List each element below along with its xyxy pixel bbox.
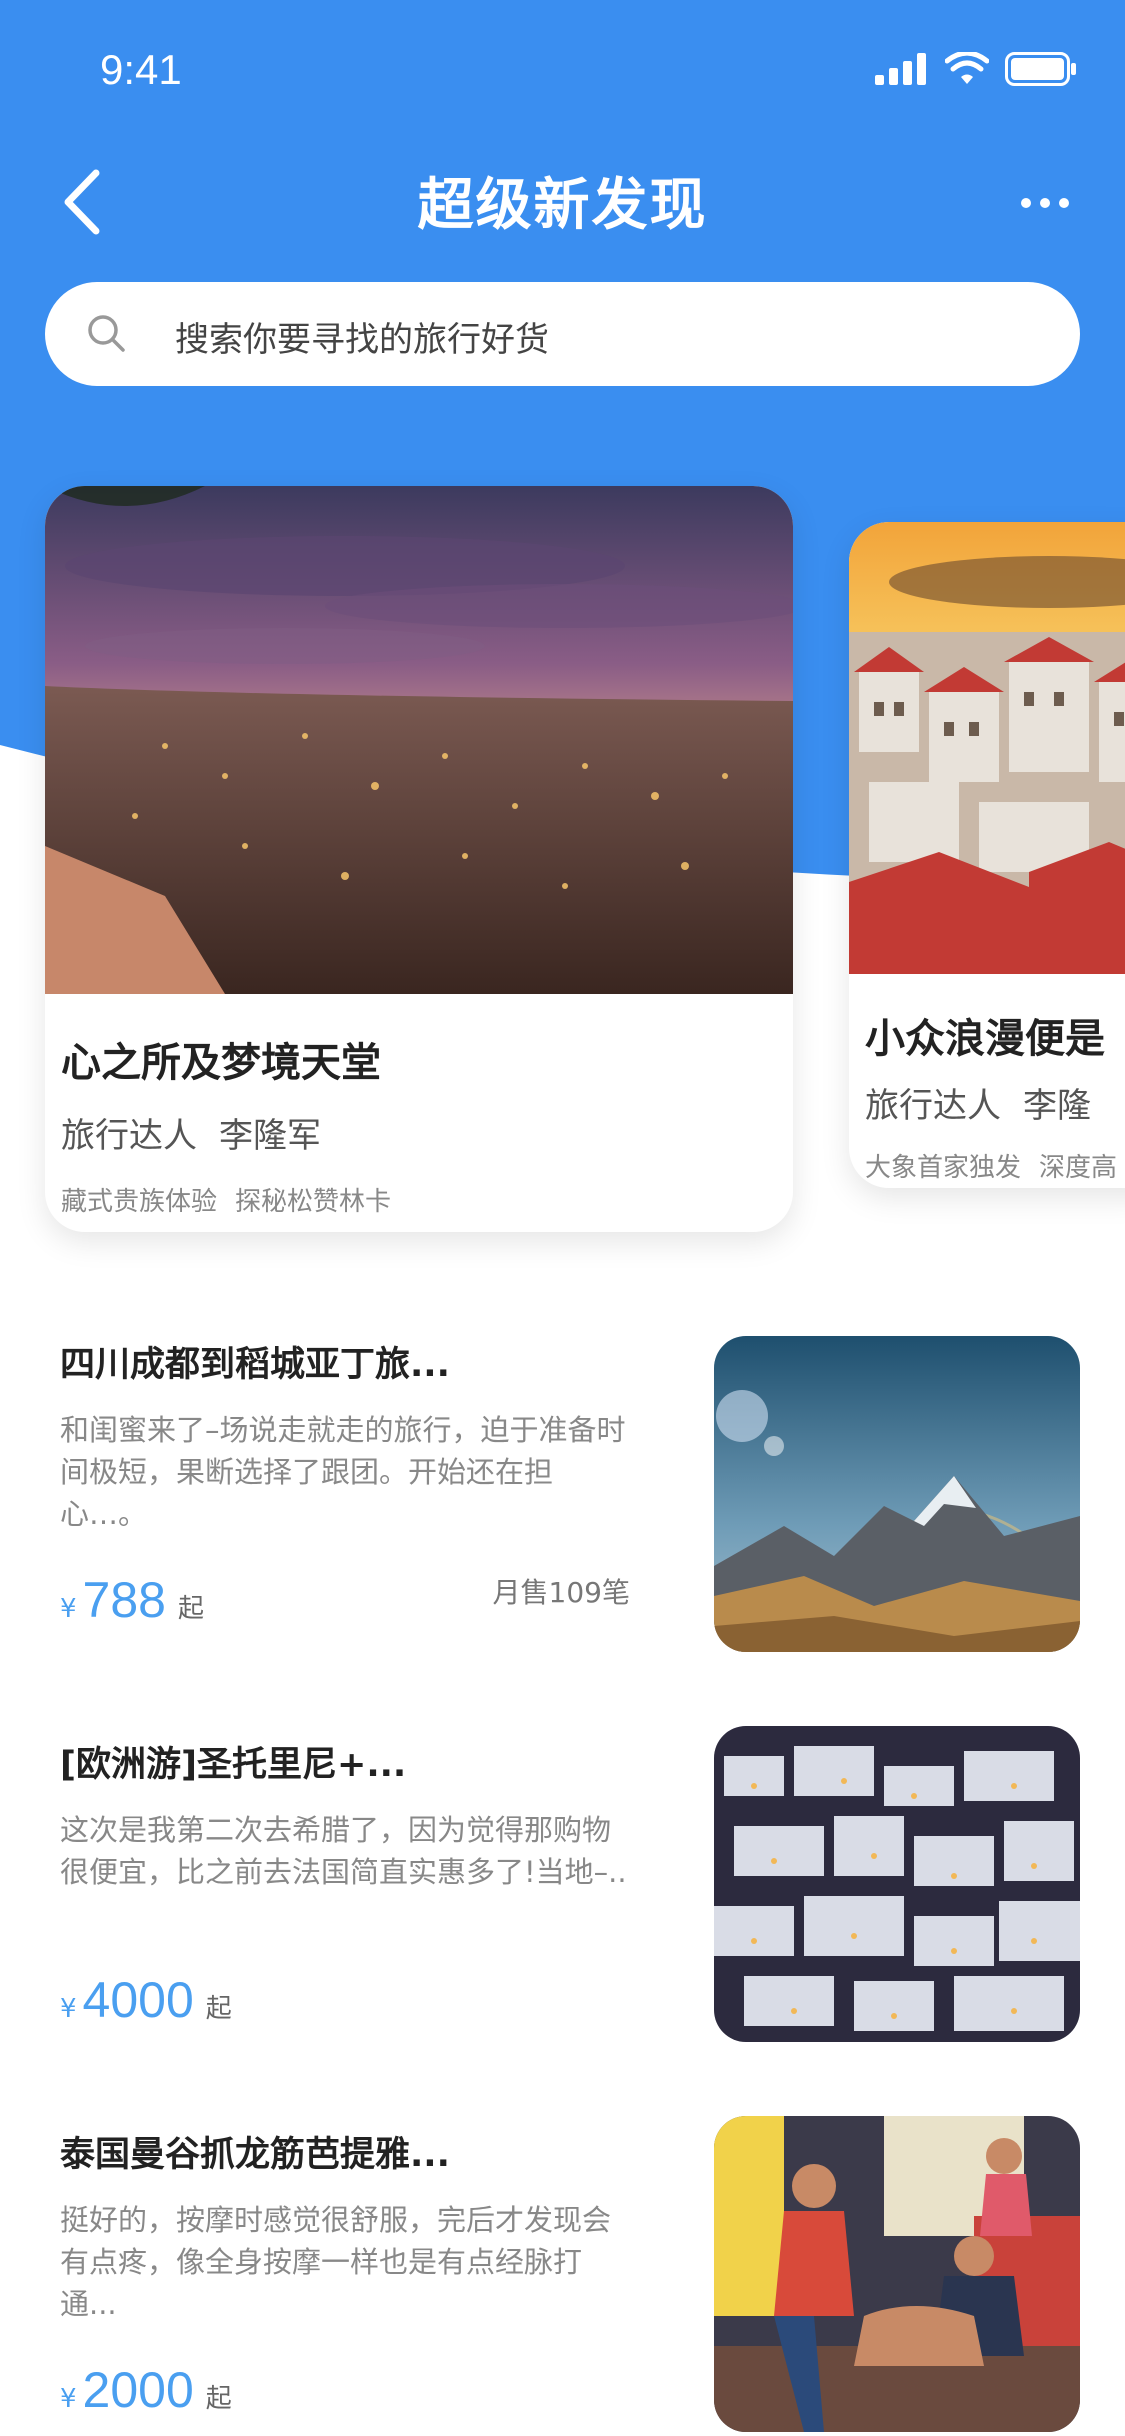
list-item-image [714,2116,1080,2432]
featured-tags: 大象首家独发 深度高 [865,1147,1125,1184]
featured-title: 小众浪漫便是 [865,1016,1105,1062]
page-title: 超级新发现 [417,173,708,238]
list-item-desc: 和闺蜜来了–场说走就走的旅行，迫于准备时间极短，果断选择了跟团。开始还在担心…。 [60,1413,626,1531]
list-item-title: [欧洲游]圣托里尼+... [60,1745,407,1785]
list-item-image [714,1336,1080,1652]
wifi-icon [944,50,990,90]
author-name: 李隆军 [219,1116,321,1156]
list-item[interactable]: [欧洲游]圣托里尼+... 这次是我第二次去希腊了，因为觉得那购物很便宜，比之前… [0,1726,1125,2056]
price-row: ¥ 4000 起 [60,1971,630,2029]
price-suffix: 起 [177,1594,204,1624]
signal-icon [875,53,929,89]
currency-symbol: ¥ [60,2384,77,2414]
price-row: ¥ 2000 起 [60,2361,630,2419]
featured-card[interactable]: 小众浪漫便是 旅行达人 李隆 大象首家独发 深度高 [849,522,1125,1188]
list-item[interactable]: 四川成都到稻城亚丁旅... 和闺蜜来了–场说走就走的旅行，迫于准备时间极短，果断… [0,1336,1125,1666]
tag: 大象首家独发 [865,1153,1022,1183]
tag: 探秘松赞林卡 [235,1187,392,1217]
author-role: 旅行达人 [865,1086,1001,1126]
list-item-desc: 挺好的，按摩时感觉很舒服，完后才发现会有点疼，像全身按摩一样也是有点经脉打通..… [60,2203,612,2321]
featured-image-lisbon [45,486,793,994]
list-item-title: 四川成都到稻城亚丁旅... [60,1345,450,1385]
featured-card[interactable]: 心之所及梦境天堂 旅行达人 李隆军 藏式贵族体验 探秘松赞林卡 [45,486,793,1232]
monthly-sales: 月售109笔 [492,1576,630,1609]
more-icon [1021,198,1069,208]
author-role: 旅行达人 [61,1116,197,1156]
featured-title: 心之所及梦境天堂 [61,1040,381,1086]
price: 788 [82,1572,166,1628]
featured-tags: 藏式贵族体验 探秘松赞林卡 [61,1181,777,1218]
tag: 藏式贵族体验 [61,1187,218,1217]
price-row: ¥ 788 起 月售109笔 [60,1571,630,1629]
status-time: 9:41 [100,46,182,93]
tag: 深度高 [1039,1153,1118,1183]
list-item-title: 泰国曼谷抓龙筋芭提雅... [60,2135,450,2175]
featured-author: 旅行达人 李隆 [865,1078,1125,1127]
price-suffix: 起 [205,2384,232,2414]
status-icons [875,50,1077,90]
search-input[interactable]: 搜索你要寻找的旅行好货 [45,282,1080,386]
battery-icon [1005,52,1077,90]
more-button[interactable] [1009,178,1081,228]
featured-author: 旅行达人 李隆军 [61,1108,777,1157]
price: 4000 [82,1972,194,2028]
list-item-desc: 这次是我第二次去希腊了，因为觉得那购物很便宜，比之前去法国简直实惠多了!当地–.… [60,1813,627,1889]
currency-symbol: ¥ [60,1594,77,1624]
search-placeholder: 搜索你要寻找的旅行好货 [175,320,549,360]
author-name: 李隆 [1023,1086,1091,1126]
status-bar: 9:41 [0,0,1125,140]
price-suffix: 起 [205,1994,232,2024]
list-item[interactable]: 泰国曼谷抓龙筋芭提雅... 挺好的，按摩时感觉很舒服，完后才发现会有点疼，像全身… [0,2116,1125,2436]
search-icon [85,312,127,358]
list-item-image [714,1726,1080,2042]
featured-image-town [849,522,1125,974]
price: 2000 [82,2362,194,2418]
currency-symbol: ¥ [60,1994,77,2024]
